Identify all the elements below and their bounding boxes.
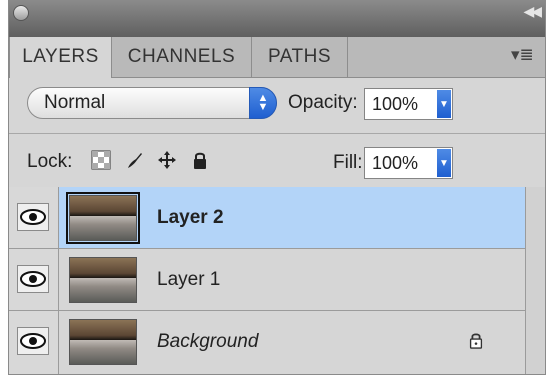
layers-list: Layer 2 Layer 1 Background xyxy=(9,187,545,374)
layer-name[interactable]: Background xyxy=(157,331,258,353)
collapse-icon[interactable]: ◀◀ xyxy=(523,3,541,20)
opacity-label: Opacity: xyxy=(288,92,358,113)
eye-icon[interactable] xyxy=(17,265,49,293)
layer-row-layer-2[interactable]: Layer 2 xyxy=(9,187,545,249)
blend-mode-value: Normal xyxy=(44,92,106,113)
panel-titlebar: ◀◀ xyxy=(9,1,545,37)
close-panel-button[interactable] xyxy=(13,5,29,21)
lock-label: Lock: xyxy=(27,151,73,172)
layers-panel: ◀◀ LAYERS CHANNELS PATHS ▾≣ Normal ▲ ▼ Op… xyxy=(8,0,546,375)
layer-name[interactable]: Layer 2 xyxy=(157,207,224,229)
visibility-cell xyxy=(9,249,59,310)
visibility-cell xyxy=(9,311,59,374)
eye-icon[interactable] xyxy=(17,327,49,355)
fill-value: 100% xyxy=(372,153,419,173)
blend-mode-select[interactable]: Normal ▲ ▼ xyxy=(27,87,277,119)
layer-row-background[interactable]: Background xyxy=(9,311,545,374)
move-lock-icon[interactable] xyxy=(157,150,177,170)
layer-thumbnail[interactable] xyxy=(66,192,140,244)
panel-menu-icon[interactable]: ▾≣ xyxy=(511,45,535,67)
lock-icon[interactable] xyxy=(190,150,210,170)
panel-tabs: LAYERS CHANNELS PATHS ▾≣ xyxy=(9,37,545,78)
fill-label: Fill: xyxy=(333,152,363,173)
layers-scrollbar[interactable] xyxy=(525,187,545,374)
brush-lock-icon[interactable] xyxy=(125,150,145,170)
tab-layers[interactable]: LAYERS xyxy=(9,37,112,78)
layer-name[interactable]: Layer 1 xyxy=(157,269,220,291)
layer-thumbnail[interactable] xyxy=(69,257,137,303)
opacity-dropdown-icon[interactable]: ▼ xyxy=(437,90,451,118)
opacity-value: 100% xyxy=(372,94,419,114)
fill-dropdown-icon[interactable]: ▼ xyxy=(437,149,451,177)
opacity-field[interactable]: 100% ▼ xyxy=(364,88,453,120)
background-lock-icon xyxy=(469,333,483,349)
fill-field[interactable]: 100% ▼ xyxy=(364,147,453,179)
tab-paths[interactable]: PATHS xyxy=(252,37,348,77)
eye-icon[interactable] xyxy=(17,203,49,231)
transparency-lock-icon[interactable] xyxy=(91,150,111,170)
layer-thumbnail[interactable] xyxy=(69,319,137,365)
layer-row-layer-1[interactable]: Layer 1 xyxy=(9,249,545,311)
tab-channels[interactable]: CHANNELS xyxy=(112,37,252,77)
select-arrows-icon: ▲ ▼ xyxy=(249,87,277,119)
toolbar-divider xyxy=(9,133,545,134)
visibility-cell xyxy=(9,187,59,248)
